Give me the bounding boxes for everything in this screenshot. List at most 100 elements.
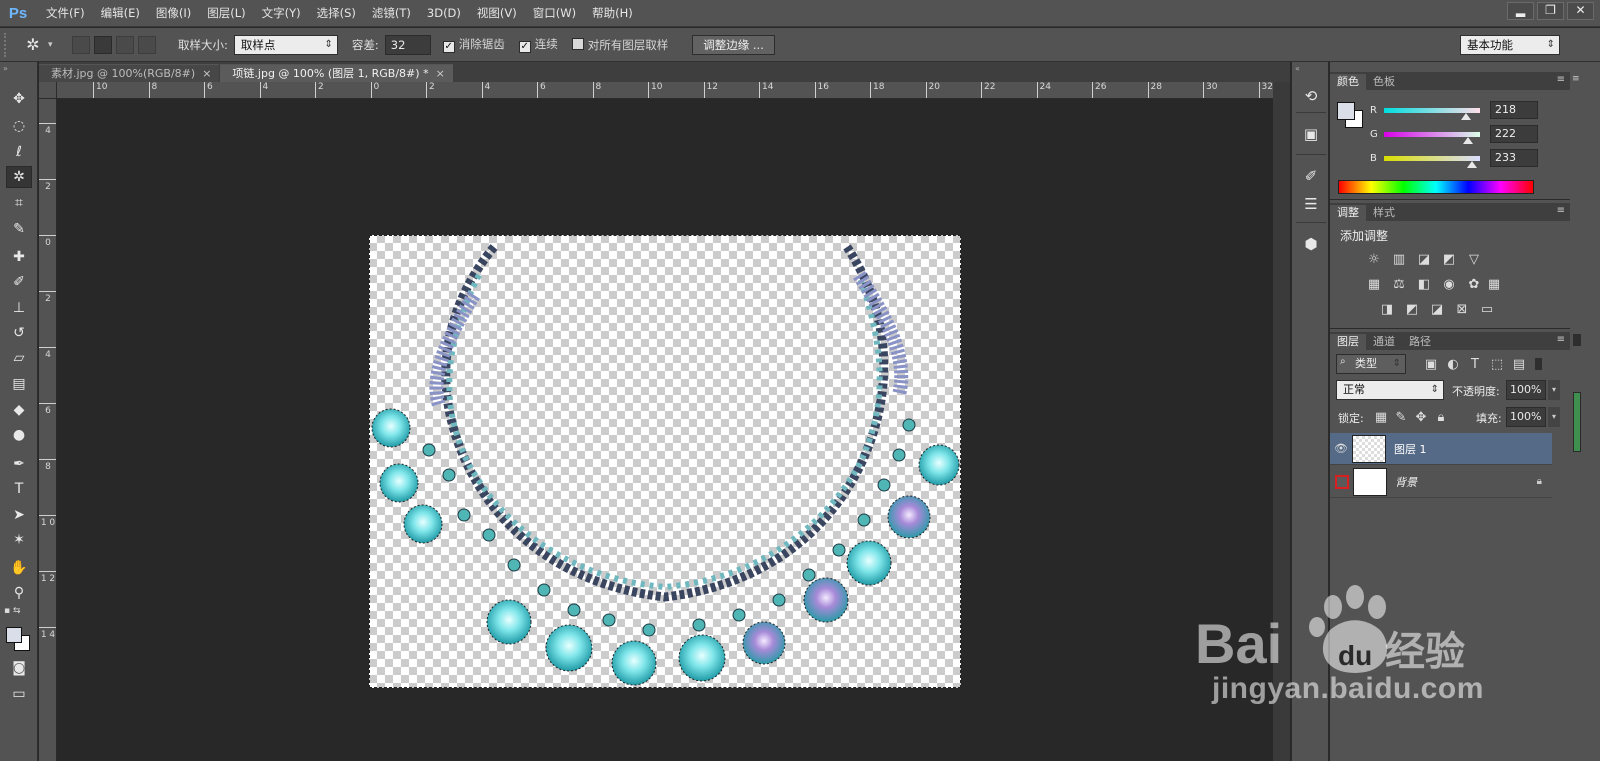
properties-icon[interactable]: ▣ [1299,122,1323,146]
layer-filter-select[interactable]: 类型 [1336,354,1406,374]
fg-color-chip[interactable] [1337,102,1355,120]
chevron-down-icon[interactable]: ▾ [1548,380,1560,400]
hue-saturation-icon[interactable]: ▦ [1365,276,1383,292]
visibility-toggle[interactable] [1335,474,1349,489]
ruler-origin[interactable] [39,82,57,99]
type-icon[interactable]: T [6,478,32,500]
screen-mode-icon[interactable]: ▭ [6,683,32,705]
menu-edit[interactable]: 编辑(E) [93,0,148,27]
sample-size-select[interactable]: 取样点 [233,34,338,55]
eraser-icon[interactable]: ▱ [6,347,32,369]
vibrance-icon[interactable]: ▽ [1465,251,1483,267]
shape-icon[interactable]: ✶ [6,529,32,551]
minimize-button[interactable]: ▂ [1507,2,1534,20]
intersect-selection-button[interactable] [138,35,156,54]
fill-input[interactable]: 100% [1506,407,1546,427]
refine-edge-button[interactable]: 调整边缘 ... [692,34,775,55]
default-colors-icon[interactable]: ▪ ⇆ [4,606,21,616]
move-icon[interactable]: ✥ [6,88,32,110]
3d-cube-icon[interactable]: ⬢ [1299,232,1323,256]
tab-necklace[interactable]: 项链.jpg @ 100% (图层 1, RGB/8#) * × [220,64,453,82]
path-select-icon[interactable]: ➤ [6,504,32,526]
canvas-area[interactable] [57,99,1273,761]
add-to-selection-button[interactable] [94,35,112,54]
tab-styles[interactable]: 样式 [1366,205,1402,221]
hand-icon[interactable]: ✋ [6,557,32,579]
photo-filter-icon[interactable]: ◉ [1440,276,1458,292]
options-grip[interactable] [4,32,18,57]
gradient-map-icon[interactable]: ▭ [1478,301,1496,317]
g-slider-thumb[interactable] [1462,136,1473,144]
filter-toggle[interactable] [1535,358,1542,370]
healing-icon[interactable]: ✚ [6,246,32,268]
pen-icon[interactable]: ✒ [6,453,32,475]
color-spectrum-bar[interactable] [1338,180,1534,194]
chevron-down-icon[interactable]: ▾ [1548,407,1560,427]
g-slider[interactable] [1384,131,1480,144]
document-canvas[interactable] [369,235,961,688]
eye-icon[interactable]: 👁︎ [1330,442,1352,455]
eyedropper-icon[interactable]: ✎ [6,218,32,240]
brush-icon[interactable]: ✐ [6,271,32,293]
panel-menu-icon[interactable]: ≡ [1557,205,1565,216]
panel-menu-icon[interactable]: ≡ [1557,334,1565,345]
opacity-input[interactable]: 100% [1506,380,1546,400]
collapse-strip-icon[interactable]: « [1295,64,1300,73]
subtract-selection-button[interactable] [116,35,134,54]
black-white-icon[interactable]: ◧ [1415,276,1433,292]
history-brush-icon[interactable]: ↺ [6,322,32,344]
menu-filter[interactable]: 滤镜(T) [364,0,419,27]
close-window-button[interactable]: ✕ [1567,2,1594,20]
panel-menu-icon[interactable]: ≡ [1557,74,1565,85]
channel-mixer-icon[interactable]: ✿ [1465,276,1483,292]
zoom-icon[interactable]: ⚲ [6,582,32,604]
menu-image[interactable]: 图像(I) [148,0,199,27]
new-selection-button[interactable] [72,35,90,54]
filter-adjustment-icon[interactable]: ◐ [1444,356,1462,372]
threshold-icon[interactable]: ◪ [1428,301,1446,317]
color-balance-icon[interactable]: ⚖ [1390,276,1408,292]
lasso-icon[interactable]: ℓ [6,141,32,163]
close-icon[interactable]: × [436,67,445,80]
menu-view[interactable]: 视图(V) [469,0,525,27]
lock-position-icon[interactable]: ✥ [1412,409,1430,425]
exposure-icon[interactable]: ◩ [1440,251,1458,267]
quick-mask-icon[interactable]: ◙ [6,657,32,679]
r-slider[interactable] [1384,107,1480,120]
magic-wand-icon[interactable]: ✲ [6,166,32,188]
marquee-icon[interactable]: ◌ [6,115,32,137]
gradient-icon[interactable]: ▤ [6,373,32,395]
color-lookup-icon[interactable]: ▦ [1485,276,1503,292]
blend-mode-select[interactable]: 正常 [1336,380,1444,400]
tab-material[interactable]: 素材.jpg @ 100%(RGB/8#) × [39,64,220,82]
horizontal-ruler[interactable]: 10 8 6 4 2 0 2 4 6 8 10 12 14 16 18 20 22 24 26 28 30 32 [57,82,1273,99]
brightness-icon[interactable]: ☼ [1365,251,1383,267]
brush-presets-icon[interactable]: ✐ [1299,164,1323,188]
panel-scroll-up[interactable] [1573,334,1581,346]
filter-type-icon[interactable]: T [1466,356,1484,372]
tab-layers[interactable]: 图层 [1330,334,1366,350]
invert-icon[interactable]: ◨ [1378,301,1396,317]
lock-transparent-icon[interactable]: ▦ [1372,409,1390,425]
close-icon[interactable]: × [202,67,211,80]
tab-color[interactable]: 颜色 [1330,74,1366,90]
panel-scroll-thumb[interactable] [1573,392,1581,452]
panel-menu-icon[interactable]: ≡ [1572,74,1580,84]
filter-shape-icon[interactable]: ⬚ [1488,356,1506,372]
adjust-sliders-icon[interactable]: ☰ [1299,192,1323,216]
tolerance-input[interactable]: 32 [384,34,431,55]
tab-swatches[interactable]: 色板 [1366,74,1402,90]
layer-name[interactable]: 背景 [1395,474,1417,490]
curves-icon[interactable]: ◪ [1415,251,1433,267]
menu-layer[interactable]: 图层(L) [199,0,253,27]
crop-icon[interactable]: ⌗ [6,192,32,214]
contiguous-option[interactable]: ✓ 连续 [518,36,558,53]
menu-3d[interactable]: 3D(D) [419,0,469,27]
foreground-color-swatch[interactable] [6,627,22,643]
b-slider[interactable] [1384,155,1480,168]
sample-all-layers-checkbox[interactable] [571,37,584,50]
contiguous-checkbox[interactable]: ✓ [518,41,531,53]
menu-select[interactable]: 选择(S) [309,0,364,27]
lock-icon[interactable]: 🔒︎ [1432,409,1450,425]
chevron-down-icon[interactable]: ▾ [48,40,60,50]
